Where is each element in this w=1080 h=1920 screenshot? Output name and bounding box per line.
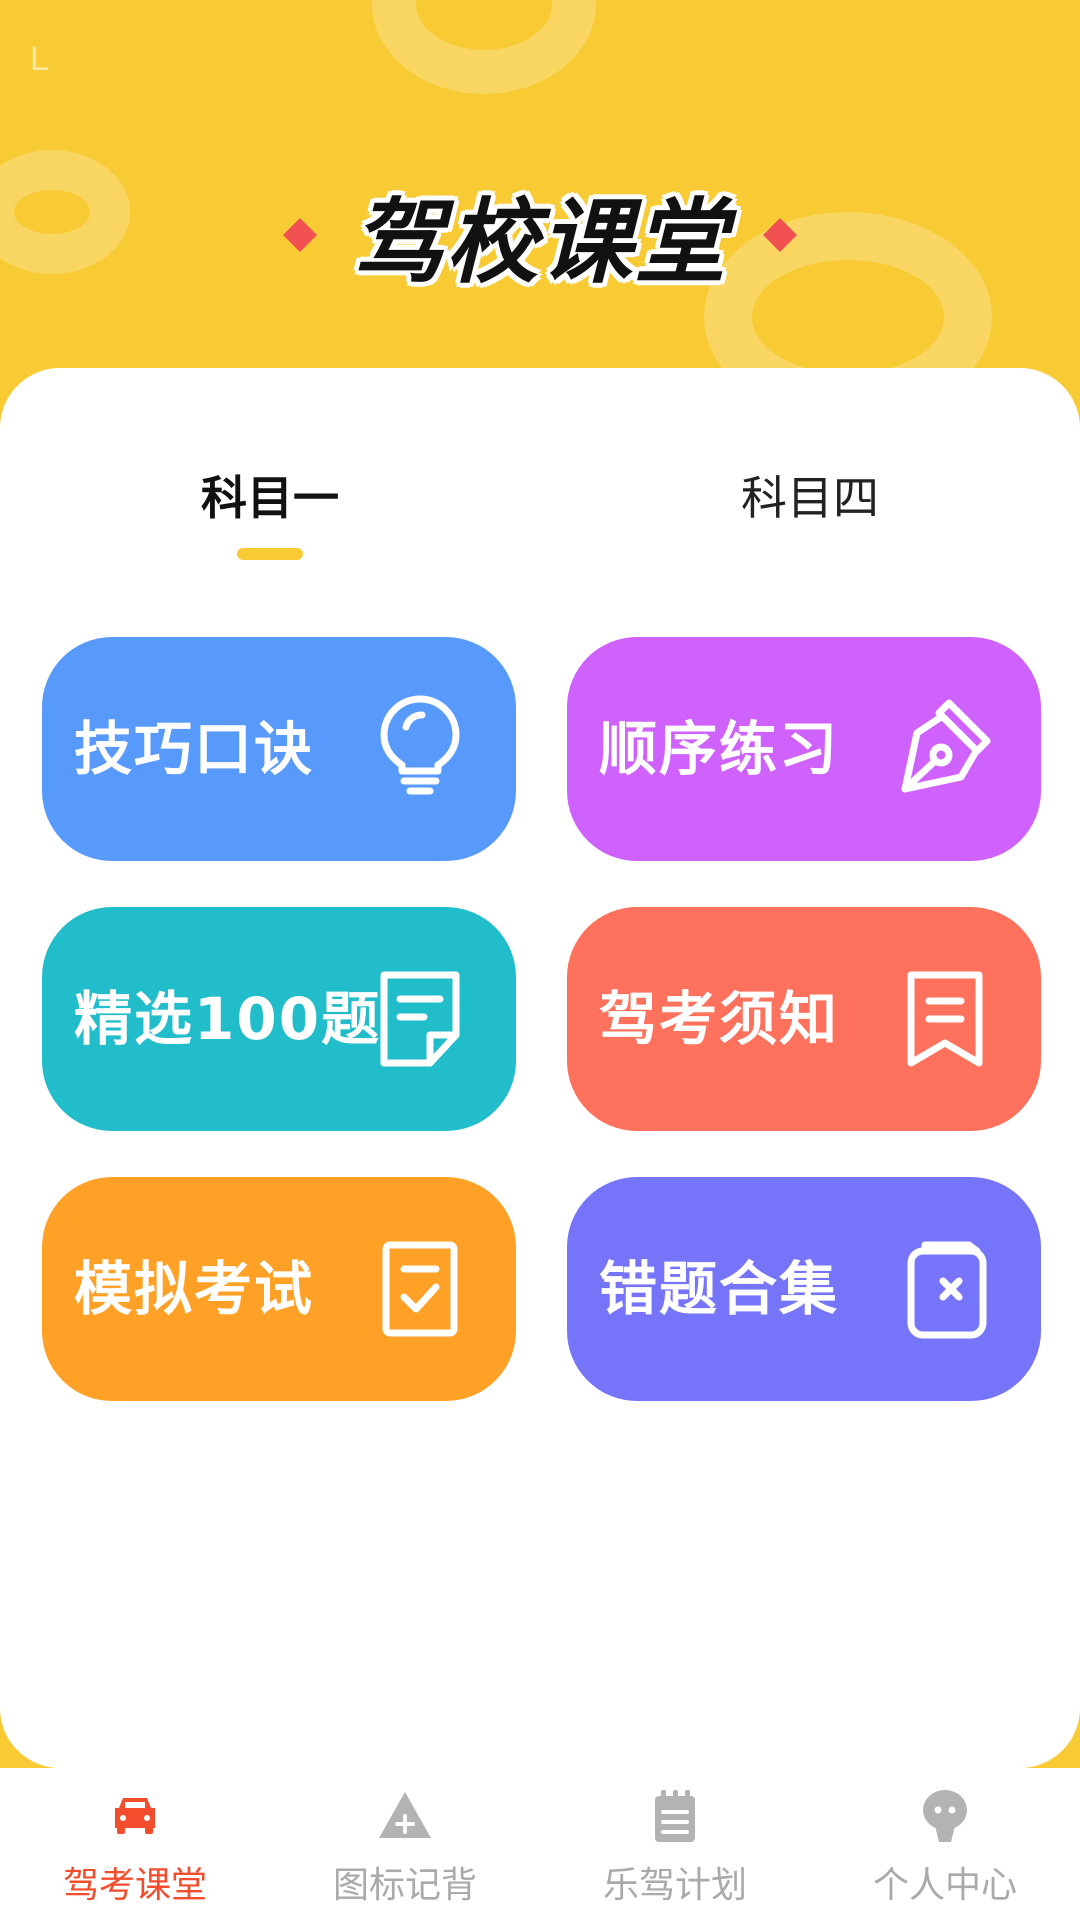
card-selected-100[interactable]: 精选100题 [42,907,516,1131]
active-tab-indicator [237,548,303,560]
notepad-icon [655,1790,695,1842]
decor-ring-top [372,0,596,94]
profile-icon [923,1790,967,1842]
nav-item-driving-class[interactable]: 驾考课堂 [0,1768,270,1920]
card-sequential-practice[interactable]: 顺序练习 [567,637,1041,861]
nav-item-profile[interactable]: 个人中心 [810,1768,1080,1920]
nav-label: 乐驾计划 [602,1865,747,1906]
nav-label: 个人中心 [872,1865,1017,1906]
error-book-icon [907,1241,987,1339]
card-tips[interactable]: 技巧口诀 [42,637,516,861]
status-indicator: L [30,40,49,78]
nav-item-driving-plan[interactable]: 乐驾计划 [540,1768,810,1920]
card-label: 顺序练习 [599,715,840,783]
header: 驾校课堂 [0,168,1080,301]
nav-label: 图标记背 [332,1865,477,1906]
nav-label: 驾考课堂 [62,1865,207,1906]
warning-sign-icon [379,1792,431,1838]
pen-nib-icon [901,699,991,793]
tab-subject-four[interactable]: 科目四 [660,462,960,528]
card-label: 模拟考试 [74,1255,315,1323]
page-title: 驾校课堂 [351,189,728,296]
subject-tabs: 科目一 科目四 [0,462,1080,562]
card-label: 驾考须知 [599,985,840,1053]
lightbulb-icon [380,695,460,795]
card-mock-exam[interactable]: 模拟考试 [42,1177,516,1401]
card-label: 错题合集 [599,1255,840,1323]
tab-subject-one[interactable]: 科目一 [120,462,420,528]
diamond-right-icon [763,217,797,252]
nav-item-sign-memorize[interactable]: 图标记背 [270,1768,540,1920]
card-wrong-questions[interactable]: 错题合集 [567,1177,1041,1401]
card-label: 技巧口诀 [74,715,315,783]
document-icon [380,971,460,1067]
card-label: 精选100题 [74,985,382,1053]
checklist-icon [382,1241,458,1337]
card-exam-notice[interactable]: 驾考须知 [567,907,1041,1131]
bookmark-icon [907,971,983,1067]
diamond-left-icon [283,217,317,252]
bottom-nav: 驾考课堂 图标记背 乐驾计划 个人中心 [0,1768,1080,1920]
car-icon [115,1798,155,1834]
